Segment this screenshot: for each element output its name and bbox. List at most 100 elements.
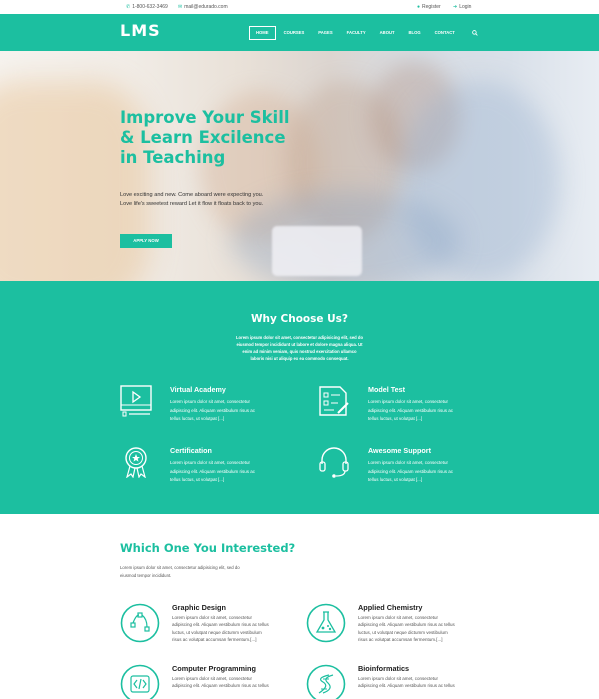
why-desc-line: enim ad minim veniam, quis nostrud exerc… xyxy=(242,349,357,354)
course-desc-line: Lorem ipsum dolor sit amet, consectetur xyxy=(172,615,253,620)
feature-desc-line: adipiscing elit. Aliquam vestibulum risu… xyxy=(170,407,256,413)
register-link[interactable]: ● Register xyxy=(417,4,441,10)
hero-text-line: Love life's sweetest reward Let it flow … xyxy=(120,201,264,207)
main-nav: HOME COURSES PAGES FACULTY ABOUT BLOG CO… xyxy=(249,26,463,40)
course-title[interactable]: Bioinformatics xyxy=(358,664,409,673)
feature-desc-line: adipiscing elit. Aliquam vestibulum risu… xyxy=(170,468,256,474)
email-contact[interactable]: ✉ mail@edurado.com xyxy=(178,4,228,10)
course-desc-line: risus ac volutpat accumsan fermentum.[..… xyxy=(172,636,257,642)
course-applied-chemistry[interactable]: Applied Chemistry Lorem ipsum dolor sit … xyxy=(306,603,506,648)
vector-pen-icon xyxy=(120,603,160,643)
hero-title: Improve Your Skill & Learn Excilence in … xyxy=(120,108,340,168)
course-bioinformatics[interactable]: Bioinformatics Lorem ipsum dolor sit ame… xyxy=(306,664,506,699)
feature-description: Lorem ipsum dolor sit amet, consectetur … xyxy=(368,398,508,424)
course-desc-line: Lorem ipsum dolor sit amet, consectetur xyxy=(358,615,439,620)
code-icon xyxy=(120,664,160,699)
nav-about[interactable]: ABOUT xyxy=(374,26,401,40)
feature-title: Virtual Academy xyxy=(170,385,226,394)
course-desc-line: Lorem ipsum dolor sit amet, consectetur xyxy=(172,676,253,681)
course-desc-line: adipiscing elit. Aliquam vestibulum risu… xyxy=(172,622,269,628)
phone-number: 1-800-632-3469 xyxy=(132,4,168,10)
phone-icon: ✆ xyxy=(126,4,131,10)
feature-desc-line: tellus luctus, ut volutpat [...] xyxy=(368,477,423,482)
video-player-icon xyxy=(120,385,152,417)
hero-background-tablet xyxy=(272,226,362,276)
interested-desc-line: Lorem ipsum dolor sit amet, consectetur … xyxy=(120,565,240,570)
top-bar: ✆ 1-800-632-3469 ✉ mail@edurado.com ● Re… xyxy=(0,0,599,14)
nav-contact[interactable]: CONTACT xyxy=(429,26,461,40)
login-icon: ➜ xyxy=(453,4,458,10)
why-desc-line: Lorem ipsum dolor sit amet, consectetur … xyxy=(235,335,364,340)
feature-desc-line: Lorem ipsum dolor sit amet, consectetur xyxy=(368,460,449,465)
feature-desc-line: tellus luctus, ut volutpat [...] xyxy=(170,477,225,482)
flask-icon xyxy=(306,603,346,643)
feature-desc-line: adipiscing elit. Aliquam vestibulum risu… xyxy=(368,468,454,474)
feature-title: Certification xyxy=(170,446,212,455)
dna-icon xyxy=(306,664,346,699)
feature-desc-line: Lorem ipsum dolor sit amet, consectetur xyxy=(170,460,251,465)
nav-home[interactable]: HOME xyxy=(249,26,276,40)
hero-title-line: Improve Your Skill xyxy=(120,108,290,127)
course-desc-line: adipiscing elit. Aliquam vestibulum risu… xyxy=(358,622,455,628)
hero-title-line: & Learn Excilence xyxy=(120,128,286,147)
feature-desc-line: tellus luctus, ut volutpat [...] xyxy=(368,416,423,421)
course-desc-line: adipiscing elit. Aliquam vestibulum risu… xyxy=(172,683,269,689)
why-description: Lorem ipsum dolor sit amet, consectetur … xyxy=(200,334,399,362)
interested-title: Which One You Interested? xyxy=(120,541,296,555)
user-icon: ● xyxy=(417,4,421,10)
course-desc-line: luctus, ut volutpat neque dictumm vestib… xyxy=(172,629,262,635)
login-link[interactable]: ➜ Login xyxy=(453,4,471,10)
login-label: Login xyxy=(459,4,472,10)
feature-description: Lorem ipsum dolor sit amet, consectetur … xyxy=(170,398,310,424)
course-desc-line: adipiscing elit. Aliquam vestibulum risu… xyxy=(358,683,455,689)
course-title[interactable]: Computer Programming xyxy=(172,664,256,673)
course-title[interactable]: Applied Chemistry xyxy=(358,603,422,612)
course-description: Lorem ipsum dolor sit amet, consectetur … xyxy=(358,614,455,643)
interested-description: Lorem ipsum dolor sit amet, consectetur … xyxy=(120,564,240,579)
search-icon[interactable] xyxy=(472,30,478,36)
why-choose-us-section: Why Choose Us? Lorem ipsum dolor sit ame… xyxy=(0,281,599,514)
why-desc-line: eiusmod tempor incididunt ut labore et d… xyxy=(236,342,363,347)
interested-desc-line: eiusmod tempor incididunt. xyxy=(120,572,172,578)
feature-title: Model Test xyxy=(368,385,406,394)
headset-icon xyxy=(319,447,349,478)
course-description: Lorem ipsum dolor sit amet, consectetur … xyxy=(172,675,269,690)
hero-title-line: in Teaching xyxy=(120,148,226,167)
feature-model-test: Model Test Lorem ipsum dolor sit amet, c… xyxy=(318,385,508,425)
feature-description: Lorem ipsum dolor sit amet, consectetur … xyxy=(170,459,310,485)
course-computer-programming[interactable]: Computer Programming Lorem ipsum dolor s… xyxy=(120,664,320,699)
hero-text-line: Love exciting and new. Come aboard were … xyxy=(120,192,264,198)
feature-desc-line: Lorem ipsum dolor sit amet, consectetur xyxy=(368,399,449,404)
course-description: Lorem ipsum dolor sit amet, consectetur … xyxy=(358,675,455,690)
feature-certification: Certification Lorem ipsum dolor sit amet… xyxy=(120,446,310,486)
course-desc-line: Lorem ipsum dolor sit amet, consectetur xyxy=(358,676,439,681)
course-desc-line: risus ac volutpat accumsan fermentum.[..… xyxy=(358,636,443,642)
email-address: mail@edurado.com xyxy=(184,4,228,10)
course-desc-line: luctus, ut volutpat neque dictumm vestib… xyxy=(358,629,448,635)
feature-desc-line: adipiscing elit. Aliquam vestibulum risu… xyxy=(368,407,454,413)
nav-faculty[interactable]: FACULTY xyxy=(341,26,372,40)
checklist-icon xyxy=(319,386,349,416)
feature-title: Awesome Support xyxy=(368,446,431,455)
why-title: Why Choose Us? xyxy=(250,313,349,325)
award-icon xyxy=(125,447,147,478)
feature-virtual-academy: Virtual Academy Lorem ipsum dolor sit am… xyxy=(120,385,310,425)
phone-contact[interactable]: ✆ 1-800-632-3469 xyxy=(126,4,168,10)
nav-pages[interactable]: PAGES xyxy=(312,26,338,40)
why-desc-line: laboris nisi ut aliquip ex ea commodo co… xyxy=(250,356,349,361)
apply-now-button[interactable]: APPLY NOW xyxy=(120,234,172,248)
course-title[interactable]: Graphic Design xyxy=(172,603,226,612)
nav-courses[interactable]: COURSES xyxy=(278,26,311,40)
register-label: Register xyxy=(422,4,441,10)
feature-awesome-support: Awesome Support Lorem ipsum dolor sit am… xyxy=(318,446,508,486)
feature-description: Lorem ipsum dolor sit amet, consectetur … xyxy=(368,459,508,485)
course-graphic-design[interactable]: Graphic Design Lorem ipsum dolor sit ame… xyxy=(120,603,320,648)
nav-blog[interactable]: BLOG xyxy=(403,26,427,40)
feature-desc-line: tellus luctus, ut volutpat [...] xyxy=(170,416,225,421)
logo[interactable]: LMS xyxy=(120,21,161,40)
hero-subtitle: Love exciting and new. Come aboard were … xyxy=(120,191,320,209)
mail-icon: ✉ xyxy=(178,4,183,10)
main-header: LMS HOME COURSES PAGES FACULTY ABOUT BLO… xyxy=(0,14,599,51)
feature-desc-line: Lorem ipsum dolor sit amet, consectetur xyxy=(170,399,251,404)
course-description: Lorem ipsum dolor sit amet, consectetur … xyxy=(172,614,269,643)
